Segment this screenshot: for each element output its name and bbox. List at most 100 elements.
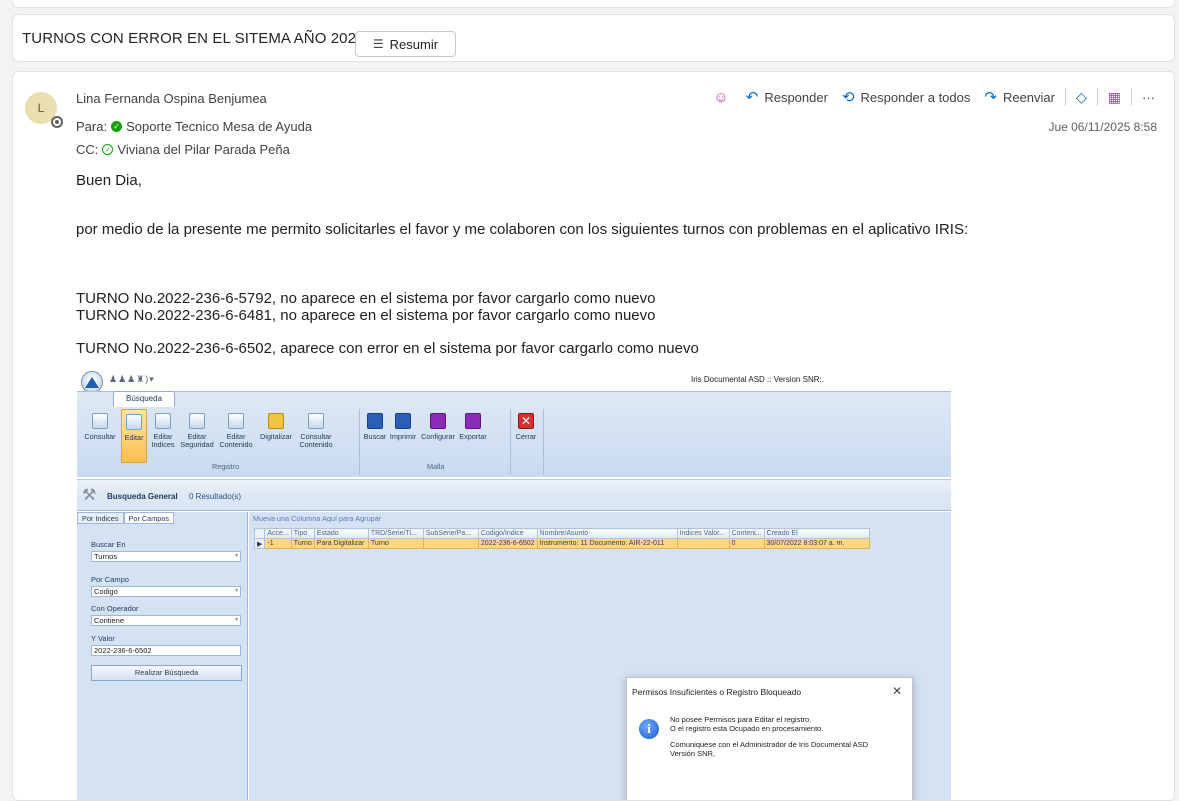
reply-label: Responder: [764, 89, 828, 105]
iris-imprimir-button: Imprimir: [388, 413, 418, 441]
presence-available-outline-icon: ✓: [102, 144, 114, 155]
permission-dialog: Permisos Insuficientes o Registro Bloque…: [626, 677, 913, 800]
cerrar-icon: ✕: [518, 413, 534, 429]
more-actions-icon[interactable]: ···: [1135, 86, 1162, 108]
row-header-corner: [253, 528, 266, 539]
presence-available-icon: ✓: [111, 121, 123, 132]
reply-all-icon: ⟲: [841, 89, 855, 106]
ribbon-group-separator: [359, 409, 360, 475]
buscar-icon: [367, 413, 383, 429]
button-label: Seguridad: [180, 440, 214, 449]
table-cell: Turno: [290, 538, 315, 549]
column-header: Creado El: [763, 528, 870, 539]
quick-access-icons: ♟♟♟♜)▾: [109, 374, 155, 384]
iris-consultar-button: Consultar: [80, 413, 120, 441]
con-operador-value: Contiene: [94, 616, 125, 625]
previous-message-edge: [12, 0, 1175, 8]
exportar-icon: [465, 413, 481, 429]
consultar-contenido-icon: [308, 413, 324, 429]
reply-button[interactable]: ↶ Responder: [739, 86, 835, 108]
message-actions: ☺ ↶ Responder ⟲ Responder a todos ↷ Reen…: [703, 86, 1162, 108]
realizar-busqueda-button: Realizar Búsqueda: [91, 665, 242, 681]
body-line-3: TURNO No.2022-236-6-6502, aparece con er…: [76, 340, 699, 357]
subject-card: TURNOS CON ERROR EN EL SITEMA AÑO 2022 ☰…: [12, 14, 1175, 62]
tag-icon[interactable]: ◇: [1069, 86, 1094, 108]
table-cell: 30/07/2022 8:03:07 a. m.: [763, 538, 870, 549]
button-label: Cerrar: [515, 432, 537, 441]
separator: [1064, 88, 1066, 106]
iris-editar-seguridad-button: Editar Seguridad: [179, 413, 215, 449]
iris-exportar-button: Exportar: [457, 413, 489, 441]
forward-label: Reenviar: [1002, 89, 1055, 105]
iris-cerrar-button: ✕ Cerrar: [514, 413, 538, 441]
summarize-icon: ☰: [372, 37, 384, 51]
y-valor-label: Y Valor: [91, 634, 115, 643]
imprimir-icon: [395, 413, 411, 429]
reply-all-label: Responder a todos: [860, 89, 971, 105]
table-row: ▶ -1 Turno Para Digitalizar Turno 2022-2…: [253, 538, 870, 549]
body-greeting: Buen Dia,: [76, 172, 142, 189]
buscar-en-value: Turnos: [94, 552, 118, 561]
to-label: Para:: [76, 119, 108, 134]
configurar-icon: [430, 413, 446, 429]
button-label: Indices: [151, 440, 175, 449]
app-orb-icon: [81, 371, 103, 393]
iris-consultar-contenido-button: Consultar Contenido: [296, 413, 336, 449]
iris-search-header: ⚒ Busqueda General 0 Resultado(s): [77, 479, 951, 511]
reply-icon: ↶: [745, 89, 759, 106]
cc-line: CC: ✓ Viviana del Pilar Parada Peña: [76, 142, 290, 157]
button-label: Contenido: [219, 440, 253, 449]
iris-editar-indices-button: Editar Indices: [149, 413, 177, 449]
cc-label: CC:: [76, 142, 99, 157]
table-cell: Para Digitalizar: [313, 538, 369, 549]
column-header: Conteni...: [728, 528, 765, 539]
close-icon: ✕: [891, 684, 902, 698]
y-valor-input: 2022-236-6-6502: [91, 645, 241, 656]
table-cell: Instrumento: 11 Documento: AIR-22-011: [536, 538, 678, 549]
emoji-reaction-icon[interactable]: ☺: [703, 89, 738, 106]
button-label: Configurar: [420, 432, 456, 441]
button-label: Editar: [124, 433, 144, 442]
table-header-row: Acce... Tipo Estado TRD/Serie/Ti... SubS…: [253, 528, 870, 539]
ribbon-group-separator: [543, 409, 544, 475]
dialog-title: Permisos Insuficientes o Registro Bloque…: [632, 687, 802, 697]
editar-indices-icon: [155, 413, 171, 429]
digitalizar-icon: [268, 413, 284, 429]
apps-icon[interactable]: ▦: [1101, 86, 1128, 108]
reply-all-button[interactable]: ⟲ Responder a todos: [835, 86, 977, 108]
con-operador-label: Con Operador: [91, 604, 139, 613]
column-header: SubSerie/Pa...: [422, 528, 479, 539]
summarize-button[interactable]: ☰ Resumir: [355, 31, 456, 57]
button-label: Digitalizar: [259, 432, 293, 441]
consultar-icon: [92, 413, 108, 429]
button-label: Buscar: [363, 432, 387, 441]
con-operador-select: Contiene ▾: [91, 615, 241, 626]
buscar-en-select: Turnos ▾: [91, 551, 241, 562]
column-header: Indices Valor...: [676, 528, 730, 539]
dropdown-arrow-icon: ▾: [234, 617, 238, 623]
table-cell: 0: [728, 538, 765, 549]
sender-name[interactable]: Lina Fernanda Ospina Benjumea: [76, 91, 267, 106]
iris-titlebar: ♟♟♟♜)▾ Iris Documental ASD :: Version SN…: [77, 369, 951, 393]
table-cell: 2022-236-6-6502: [477, 538, 538, 549]
cc-recipient[interactable]: Viviana del Pilar Parada Peña: [117, 142, 290, 157]
button-label: Contenido: [299, 440, 333, 449]
editar-icon: [126, 414, 142, 430]
search-title: Busqueda General: [107, 492, 178, 501]
search-panel-tabs: Por Indices Por Campos: [77, 512, 248, 524]
presence-status-icon: [51, 116, 63, 128]
message-card: L Lina Fernanda Ospina Benjumea Para: ✓ …: [12, 71, 1175, 801]
to-recipient[interactable]: Soporte Tecnico Mesa de Ayuda: [126, 119, 312, 134]
dropdown-arrow-icon: ▾: [234, 588, 238, 594]
body-line-2: TURNO No.2022-236-6-6481, no aparece en …: [76, 307, 656, 324]
button-label: Imprimir: [389, 432, 417, 441]
por-campo-label: Por Campo: [91, 575, 129, 584]
forward-button[interactable]: ↷ Reenviar: [977, 86, 1062, 108]
row-pointer-icon: ▶: [253, 538, 266, 549]
forward-icon: ↷: [984, 89, 997, 106]
table-cell: [422, 538, 479, 549]
iris-search-panel: Por Indices Por Campos Buscar En Turnos ▾…: [77, 512, 248, 800]
button-label: Consultar: [84, 432, 116, 441]
search-binoculars-icon: ⚒: [82, 487, 97, 504]
iris-digitalizar-button: Digitalizar: [256, 413, 296, 441]
